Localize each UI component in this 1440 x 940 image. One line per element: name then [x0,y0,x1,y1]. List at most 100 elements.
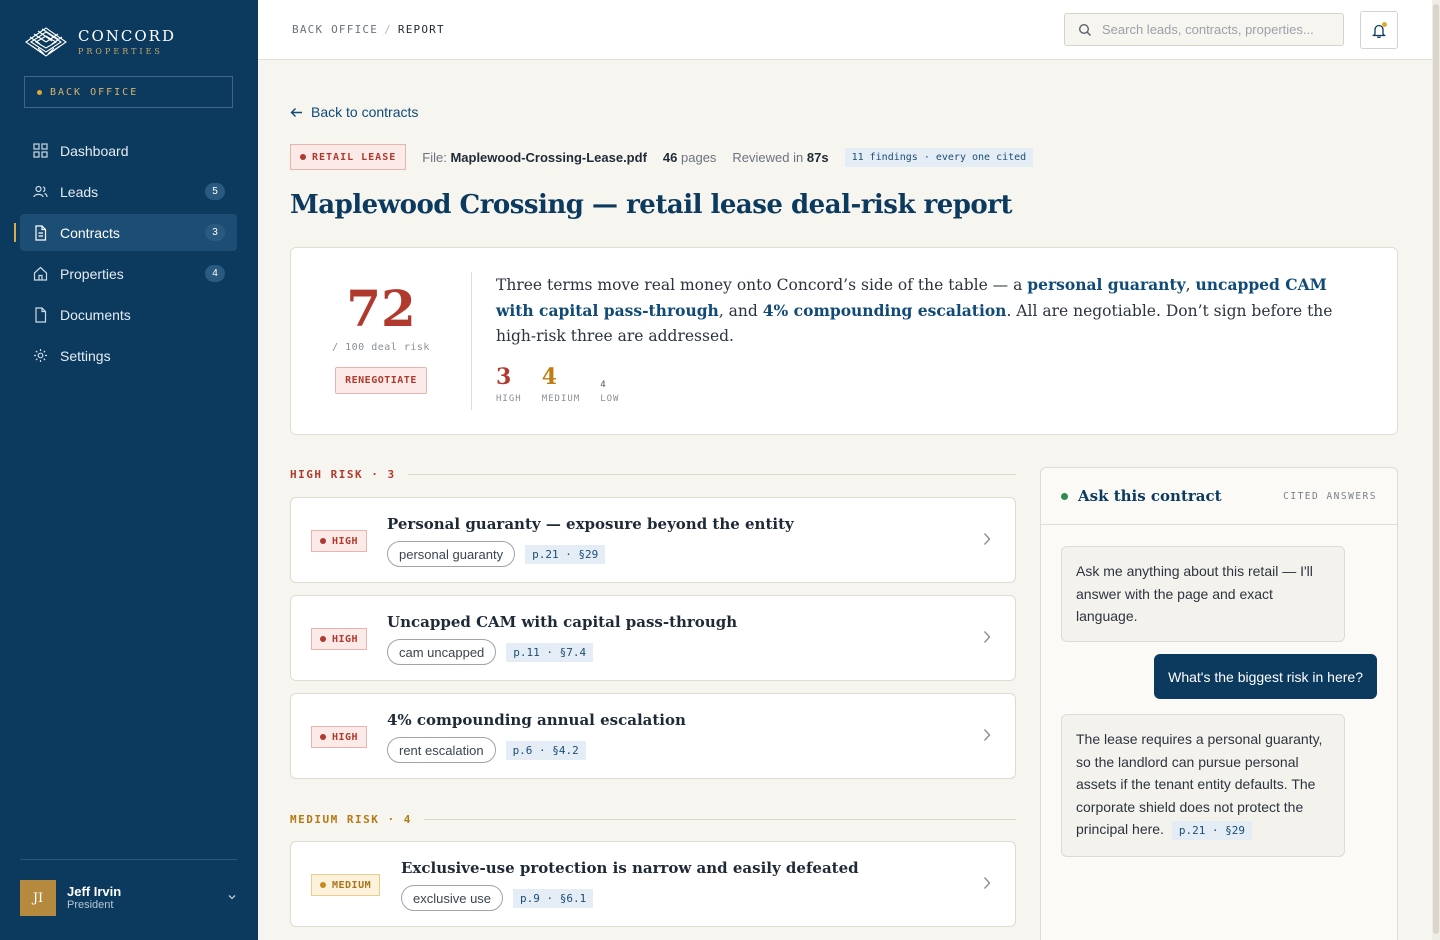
pages-label: pages [681,149,717,165]
scrollbar-thumb[interactable] [1433,4,1439,934]
chat-subtitle: CITED ANSWERS [1283,490,1377,502]
gear-icon [32,348,48,364]
finding-tags: cam uncapped p.11 · §7.4 [387,639,594,665]
sidebar-item-leads[interactable]: Leads 5 [20,173,237,210]
dot-icon [320,882,326,888]
finding-title: Personal guaranty — exposure beyond the … [387,515,794,533]
verdict-badge: RENEGOTIATE [335,367,427,394]
document-icon [32,224,48,241]
citation-chip[interactable]: p.6 · §4.2 [505,740,586,760]
online-dot-icon [1061,492,1068,500]
pages-count: 46 [662,149,678,165]
search-icon [1078,23,1091,36]
user-message: What's the biggest risk in here? [1154,654,1377,699]
risk-badge: HIGH [311,628,368,650]
summary-highlight: 4% compounding escalation [762,301,1007,320]
sidebar-item-dashboard[interactable]: Dashboard [20,132,237,169]
lease-type-tag: RETAIL LEASE [290,144,407,170]
count-high: 3 HIGH [496,366,522,404]
summary-part: , [1185,276,1196,294]
users-icon [32,184,48,200]
citation-chip[interactable]: p.21 · §29 [1171,821,1253,840]
risk-score: 72 [346,279,416,338]
sidebar-item-contracts[interactable]: Contracts 3 [14,214,237,251]
breadcrumb-current: REPORT [397,23,445,36]
chevron-right-icon [983,533,991,545]
sidebar-item-settings[interactable]: Settings [20,337,237,374]
sidebar-item-properties[interactable]: Properties 4 [20,255,237,292]
count-badge: 4 [205,265,225,282]
citation-chip[interactable]: p.9 · §6.1 [513,888,594,908]
divider [471,272,472,410]
citation-chip[interactable]: p.21 · §29 [525,544,606,564]
finding-tags: rent escalation p.6 · §4.2 [387,737,586,763]
risk-level: MEDIUM [332,879,372,891]
finding-title: Uncapped CAM with capital pass-through [387,613,738,631]
logo[interactable]: CONCORD PROPERTIES [24,24,176,60]
risk-counts: 3 HIGH 4 MEDIUM 4 LOW [496,366,619,404]
citation-chip[interactable]: p.11 · §7.4 [506,642,594,662]
review-info: Reviewed in 87s [732,150,828,165]
finding-tags: exclusive use p.9 · §6.1 [401,885,594,911]
workspace-switcher[interactable]: BACK OFFICE [24,76,233,108]
sidebar-nav: Dashboard Leads 5 Contracts 3 Properties… [14,132,237,378]
divider [407,474,1016,475]
status-dot-icon [37,89,42,95]
count-high-label: HIGH [496,394,522,404]
count-high-num: 3 [496,364,512,390]
sidebar: CONCORD PROPERTIES BACK OFFICE Dashboard… [0,0,258,940]
count-medium-num: 4 [541,364,557,390]
brand-sub: PROPERTIES [78,46,163,56]
score-panel: 72 / 100 deal risk RENEGOTIATE [291,272,471,394]
file-info: File: Maplewood-Crossing-Lease.pdf [422,150,647,165]
sidebar-item-label: Leads [60,183,99,200]
topbar: BACK OFFICE / REPORT [258,0,1440,60]
dot-icon [320,636,326,642]
clause-tag: exclusive use [401,885,504,911]
dot-icon [320,734,326,740]
finding-card[interactable]: HIGH 4% compounding annual escalation re… [290,693,1016,779]
scrollbar[interactable] [1432,0,1440,940]
count-low: 4 LOW [600,380,619,404]
reviewed-prefix: Reviewed in [732,149,804,165]
lease-type-label: RETAIL LEASE [312,151,397,163]
sidebar-item-label: Dashboard [60,142,129,159]
clause-tag: cam uncapped [387,639,497,665]
chevron-down-icon[interactable] [227,889,237,907]
summary-part: Three terms move real money onto Concord… [496,276,1028,294]
risk-badge: HIGH [311,530,368,552]
user-role: President [67,899,114,912]
risk-summary-card: 72 / 100 deal risk RENEGOTIATE Three ter… [290,247,1398,435]
search-input[interactable] [1102,22,1332,37]
section-high-risk: HIGH RISK · 3 [290,468,1016,481]
risk-level: HIGH [332,633,359,645]
sidebar-item-label: Settings [60,347,111,364]
search-box[interactable] [1064,13,1344,46]
finding-card[interactable]: HIGH Uncapped CAM with capital pass-thro… [290,595,1016,681]
finding-tags: personal guaranty p.21 · §29 [387,541,606,567]
back-to-contracts-link[interactable]: Back to contracts [290,104,418,120]
assistant-message: Ask me anything about this retail — I'll… [1061,546,1345,642]
notification-dot-icon [1382,22,1387,27]
logo-mark-icon [25,27,67,57]
section-label: MEDIUM RISK · 4 [290,813,412,826]
breadcrumb-item[interactable]: BACK OFFICE [292,23,378,36]
chevron-right-icon [983,729,991,741]
count-badge: 3 [205,224,225,241]
file-name[interactable]: Maplewood-Crossing-Lease.pdf [450,150,646,165]
ask-contract-panel: Ask this contract CITED ANSWERS Ask me a… [1040,467,1398,940]
dot-icon [320,538,326,544]
back-label: Back to contracts [311,104,419,120]
reviewed-time: 87s [806,149,829,165]
findings-chip: 11 findings · every one cited [844,147,1034,167]
finding-card[interactable]: HIGH Personal guaranty — exposure beyond… [290,497,1016,583]
notifications-button[interactable] [1360,11,1398,49]
risk-badge: HIGH [311,726,368,748]
clause-tag: personal guaranty [387,541,516,567]
user-menu[interactable]: JI Jeff Irvin President [20,880,237,916]
brand-name: CONCORD [78,26,176,45]
divider [423,819,1016,820]
finding-card[interactable]: MEDIUM Exclusive-use protection is narro… [290,841,1016,927]
sidebar-item-documents[interactable]: Documents [20,296,237,333]
sidebar-item-label: Contracts [60,224,120,241]
